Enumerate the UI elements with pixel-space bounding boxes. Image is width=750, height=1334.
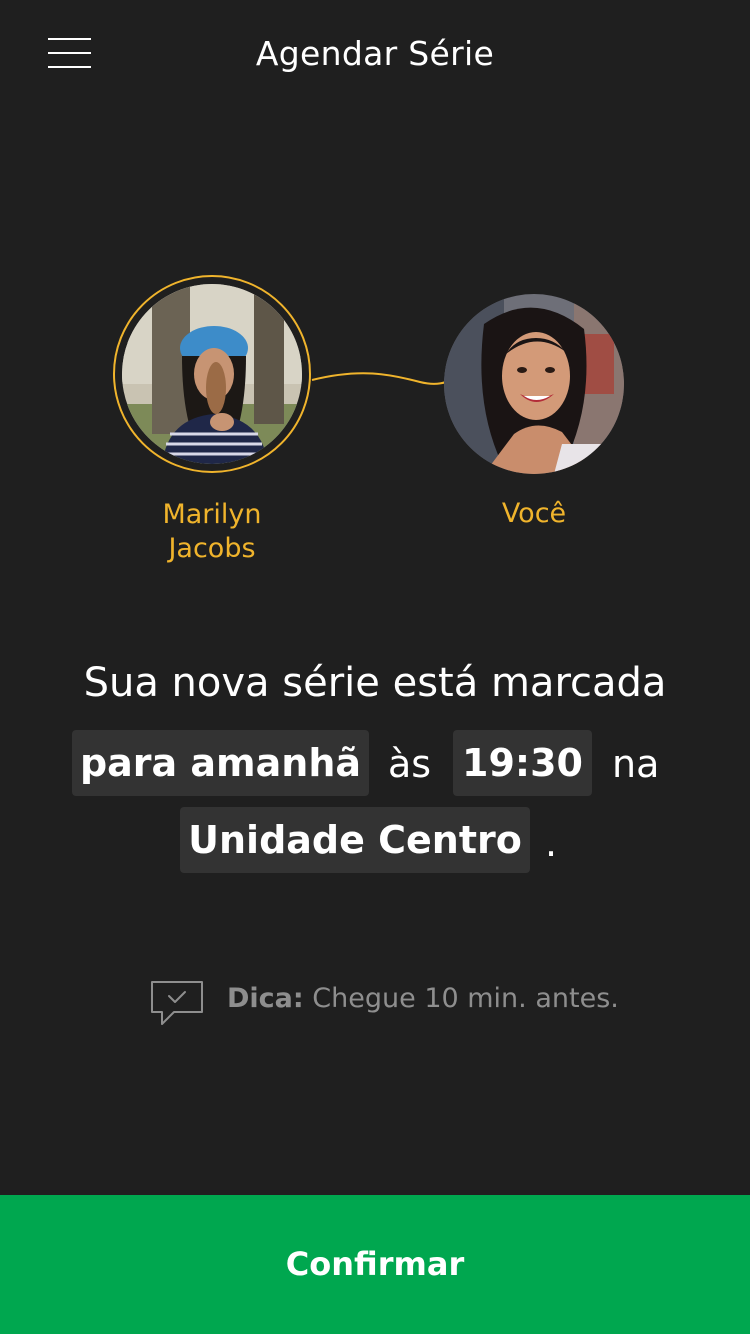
tip-message: Chegue 10 min. antes. — [312, 983, 619, 1014]
at-word: às — [388, 742, 432, 786]
avatar-marilyn-jacobs[interactable] — [122, 284, 302, 464]
avatar-voce[interactable] — [444, 294, 624, 474]
tip-text: Dica: Chegue 10 min. antes. — [227, 983, 619, 1014]
confirm-button[interactable]: Confirmar — [0, 1195, 750, 1334]
location-chip[interactable]: Unidade Centro — [180, 807, 530, 873]
date-chip[interactable]: para amanhã — [72, 730, 369, 796]
time-chip[interactable]: 19:30 — [453, 730, 592, 796]
booking-intro: Sua nova série está marcada — [83, 660, 667, 706]
in-word: na — [612, 742, 660, 786]
chat-check-icon — [151, 981, 203, 1025]
participant-name: Você — [501, 498, 567, 529]
end-punctuation: . — [545, 821, 558, 865]
tip-label: Dica: — [227, 983, 304, 1014]
participant-name: Marilyn Jacobs — [162, 499, 262, 564]
